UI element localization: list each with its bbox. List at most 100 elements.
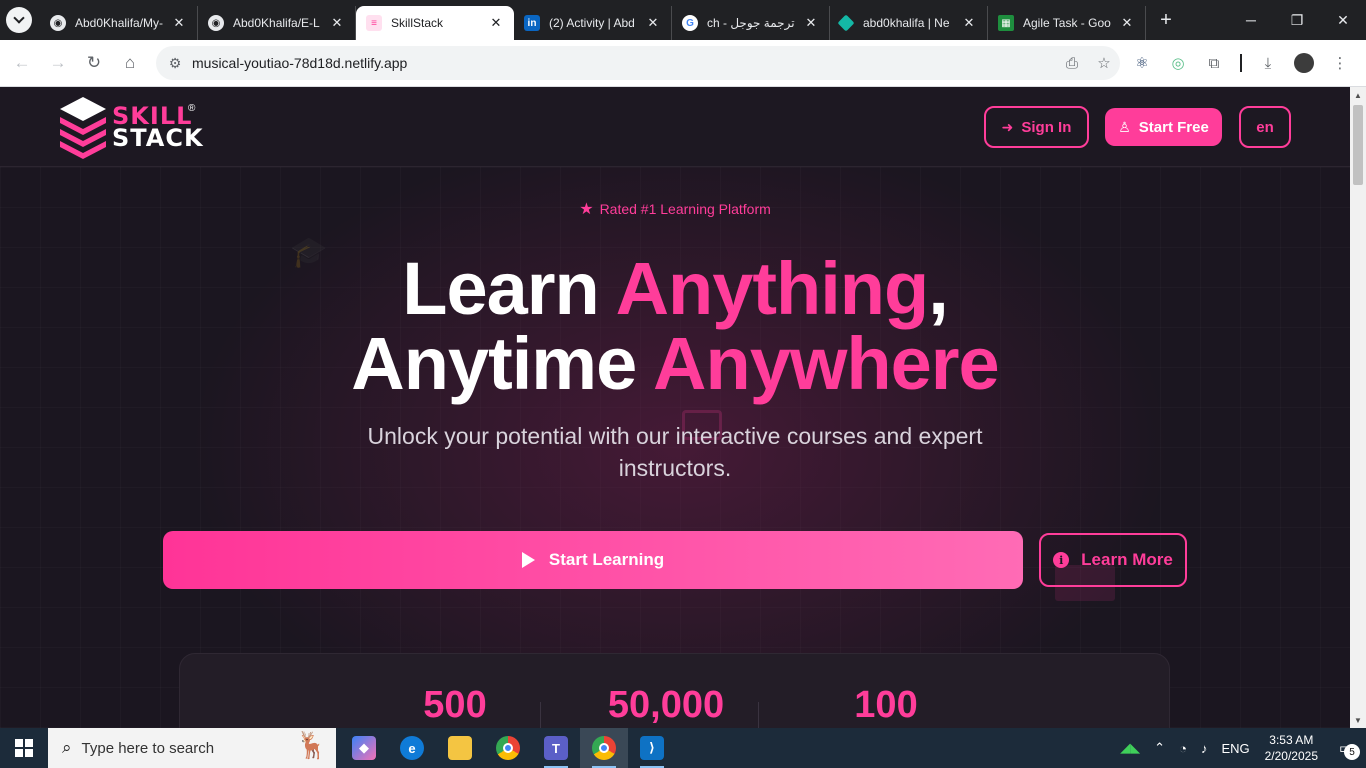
download-icon[interactable]: ⤓ bbox=[1250, 48, 1286, 78]
volume-icon[interactable]: ♪ bbox=[1194, 741, 1215, 756]
taskbar-vscode[interactable]: ⟩ bbox=[628, 728, 676, 768]
nvidia-icon[interactable]: ◢◣ bbox=[1113, 740, 1147, 756]
hero-subtitle: Unlock your potential with our interacti… bbox=[0, 420, 1350, 484]
sign-in-button[interactable]: ➜ Sign In bbox=[984, 106, 1089, 148]
logo[interactable]: SKILL STACK ® bbox=[58, 95, 204, 159]
browser-tab-active[interactable]: ≡ SkillStack ✕ bbox=[356, 6, 514, 40]
clock-date: 2/20/2025 bbox=[1264, 749, 1318, 763]
site-info-icon[interactable]: ⚙ bbox=[158, 55, 192, 72]
registered-mark: ® bbox=[188, 103, 196, 114]
network-icon[interactable]: ◔ bbox=[1172, 741, 1194, 756]
close-tab-icon[interactable]: ✕ bbox=[1119, 15, 1135, 31]
url-text[interactable]: musical-youtiao-78d18d.netlify.app bbox=[192, 55, 1056, 71]
windows-logo-icon bbox=[15, 739, 33, 757]
browser-tab[interactable]: ▦ Agile Task - Goo ✕ bbox=[988, 6, 1146, 40]
taskbar-file-explorer[interactable] bbox=[436, 728, 484, 768]
more-menu-icon[interactable]: ⋮ bbox=[1322, 48, 1358, 78]
vscode-icon: ⟩ bbox=[640, 736, 664, 760]
start-learning-button[interactable]: Start Learning bbox=[163, 531, 1023, 589]
close-tab-icon[interactable]: ✕ bbox=[803, 15, 819, 31]
clock[interactable]: 3:53 AM 2/20/2025 bbox=[1257, 732, 1326, 764]
close-tab-icon[interactable]: ✕ bbox=[961, 15, 977, 31]
extension-icon[interactable]: ◎ bbox=[1160, 48, 1196, 78]
chevron-down-icon bbox=[13, 12, 25, 24]
folder-icon bbox=[448, 736, 472, 760]
minimize-icon[interactable]: ─ bbox=[1228, 0, 1274, 40]
tab-list: ◉ Abd0Khalifa/My- ✕ ◉ Abd0Khalifa/E-L ✕ … bbox=[40, 0, 1146, 40]
hero-title-line-2: Anytime Anywhere bbox=[0, 326, 1350, 401]
github-icon: ◉ bbox=[50, 15, 66, 31]
windows-taskbar: ⌕ Type here to search 🦌 ◆ e T ⟩ ◢◣ ⌃ ◔ ♪… bbox=[0, 728, 1366, 768]
play-icon bbox=[521, 552, 535, 568]
address-bar[interactable]: ⚙ musical-youtiao-78d18d.netlify.app ⎙ ☆ bbox=[156, 46, 1120, 80]
tab-title: Agile Task - Goo bbox=[1023, 16, 1111, 30]
tab-title: ch - ترجمة جوجل bbox=[707, 16, 795, 30]
graduate-icon: ♙ bbox=[1118, 118, 1131, 135]
tab-title: Abd0Khalifa/My- bbox=[75, 16, 164, 30]
extensions-puzzle-icon[interactable]: ⧉ bbox=[1196, 48, 1232, 78]
forward-icon[interactable]: → bbox=[40, 45, 76, 81]
scrollbar-thumb[interactable] bbox=[1353, 105, 1363, 185]
system-tray: ◢◣ ⌃ ◔ ♪ ENG 3:53 AM 2/20/2025 ▭ 5 bbox=[1113, 728, 1366, 768]
hero-title-word: Learn bbox=[402, 247, 616, 330]
skillstack-icon: ≡ bbox=[366, 15, 382, 31]
scroll-up-arrow-icon[interactable]: ▲ bbox=[1350, 87, 1366, 103]
new-tab-button[interactable]: + bbox=[1150, 9, 1182, 32]
home-icon[interactable]: ⌂ bbox=[112, 45, 148, 81]
learn-more-label: Learn More bbox=[1081, 550, 1173, 569]
browser-tab[interactable]: abd0khalifa | Ne ✕ bbox=[830, 6, 988, 40]
bookmark-star-icon[interactable]: ☆ bbox=[1088, 54, 1120, 72]
window-controls: ─ ❐ ✕ bbox=[1228, 0, 1366, 40]
tab-title: (2) Activity | Abd bbox=[549, 16, 635, 30]
input-language[interactable]: ENG bbox=[1214, 741, 1256, 756]
notification-count: 5 bbox=[1344, 744, 1360, 760]
sign-in-icon: ➜ bbox=[1001, 118, 1014, 135]
taskbar-edge[interactable]: e bbox=[388, 728, 436, 768]
hero-title-word: Anytime bbox=[351, 322, 654, 405]
logo-line-2: STACK bbox=[112, 124, 204, 152]
chrome-icon bbox=[496, 736, 520, 760]
rating-badge-text: Rated #1 Learning Platform bbox=[599, 201, 771, 217]
browser-tab[interactable]: in (2) Activity | Abd ✕ bbox=[514, 6, 672, 40]
tab-search-button[interactable] bbox=[6, 7, 32, 33]
taskbar-copilot[interactable]: ◆ bbox=[340, 728, 388, 768]
close-tab-icon[interactable]: ✕ bbox=[645, 15, 661, 31]
close-window-icon[interactable]: ✕ bbox=[1320, 0, 1366, 40]
install-app-icon[interactable]: ⎙ bbox=[1056, 55, 1088, 72]
taskbar-teams[interactable]: T bbox=[532, 728, 580, 768]
hero-title-highlight: Anywhere bbox=[653, 322, 1000, 405]
show-hidden-icons-chevron-icon[interactable]: ⌃ bbox=[1147, 740, 1172, 756]
hero-subtitle-line-1: Unlock your potential with our interacti… bbox=[367, 423, 983, 449]
start-learning-label: Start Learning bbox=[548, 550, 665, 569]
notifications-button[interactable]: ▭ 5 bbox=[1326, 728, 1366, 768]
back-icon[interactable]: ← bbox=[4, 45, 40, 81]
star-icon: ★ bbox=[579, 201, 594, 218]
hero-title: Learn Anything, Anytime Anywhere bbox=[0, 251, 1350, 401]
taskbar-search-box[interactable]: ⌕ Type here to search 🦌 bbox=[48, 728, 336, 768]
start-button[interactable] bbox=[0, 728, 48, 768]
start-free-label: Start Free bbox=[1138, 118, 1209, 136]
browser-tab[interactable]: ◉ Abd0Khalifa/My- ✕ bbox=[40, 6, 198, 40]
taskbar-search-placeholder: Type here to search bbox=[81, 739, 215, 757]
restore-icon[interactable]: ❐ bbox=[1274, 0, 1320, 40]
start-free-button[interactable]: ♙ Start Free bbox=[1105, 108, 1222, 146]
reload-icon[interactable]: ↻ bbox=[76, 45, 112, 81]
netlify-icon bbox=[837, 14, 855, 32]
close-tab-icon[interactable]: ✕ bbox=[171, 15, 187, 31]
browser-tab[interactable]: ◉ Abd0Khalifa/E-L ✕ bbox=[198, 6, 356, 40]
google-icon: G bbox=[682, 15, 698, 31]
stat-divider bbox=[540, 702, 541, 728]
scroll-down-arrow-icon[interactable]: ▼ bbox=[1350, 712, 1366, 728]
page-scrollbar[interactable]: ▲ ▼ bbox=[1350, 87, 1366, 728]
tab-title: Abd0Khalifa/E-L bbox=[233, 16, 320, 30]
language-button[interactable]: en bbox=[1239, 106, 1291, 148]
profile-avatar[interactable] bbox=[1286, 48, 1322, 78]
close-tab-icon[interactable]: ✕ bbox=[488, 15, 504, 31]
taskbar-chrome-profile[interactable] bbox=[580, 728, 628, 768]
learn-more-button[interactable]: i Learn More bbox=[1039, 533, 1187, 587]
react-devtools-icon[interactable]: ⚛ bbox=[1124, 48, 1160, 78]
browser-tab[interactable]: G ch - ترجمة جوجل ✕ bbox=[672, 6, 830, 40]
taskbar-chrome[interactable] bbox=[484, 728, 532, 768]
stat-value: 50,000 bbox=[607, 684, 725, 726]
close-tab-icon[interactable]: ✕ bbox=[329, 15, 345, 31]
